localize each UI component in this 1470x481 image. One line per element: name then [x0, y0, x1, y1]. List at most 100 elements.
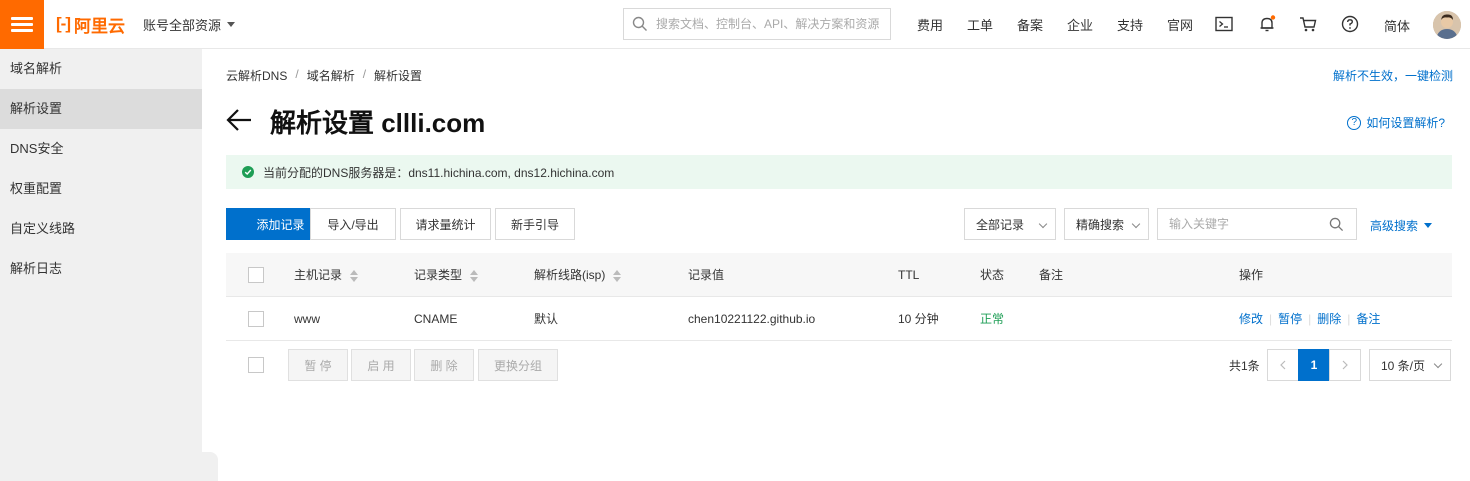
logo-text: 阿里云 — [73, 16, 125, 36]
batch-pause-button[interactable]: 暂 停 — [288, 349, 348, 381]
breadcrumb-separator: / — [362, 67, 367, 81]
menu-icon[interactable] — [0, 0, 44, 49]
cell-ttl: 10 分钟 — [898, 312, 939, 326]
row-checkbox[interactable] — [248, 311, 264, 327]
user-avatar[interactable] — [1433, 11, 1461, 39]
sidebar-collapse-handle[interactable] — [202, 452, 218, 481]
back-arrow-icon[interactable] — [226, 108, 252, 135]
change-group-button[interactable]: 更换分组 — [478, 349, 558, 381]
match-mode-value: 精确搜索 — [1076, 217, 1125, 232]
keyword-search[interactable] — [1157, 208, 1357, 240]
sidebar-item-dns-security[interactable]: DNS安全 — [0, 129, 202, 169]
breadcrumb-item-cloud-dns[interactable]: 云解析DNS — [226, 67, 287, 84]
sidebar-item-resolution-settings[interactable]: 解析设置 — [0, 89, 202, 129]
language-switch[interactable]: 简体 — [1384, 16, 1410, 35]
nav-billing[interactable]: 费用 — [905, 15, 955, 34]
keyword-input[interactable] — [1169, 217, 1319, 231]
remark-record-link[interactable]: 备注 — [1356, 312, 1380, 326]
global-search[interactable] — [623, 8, 891, 40]
sidebar-item-custom-lines[interactable]: 自定义线路 — [0, 209, 202, 249]
cell-type: CNAME — [414, 312, 458, 326]
sidebar-item-resolution-logs[interactable]: 解析日志 — [0, 249, 202, 289]
account-resources-dropdown[interactable]: 账号全部资源 — [143, 15, 235, 34]
edit-record-link[interactable]: 修改 — [1239, 312, 1263, 326]
sort-icon — [613, 269, 622, 282]
nav-support[interactable]: 支持 — [1105, 15, 1155, 34]
total-count: 共1条 — [1229, 359, 1260, 373]
aliyun-logo[interactable]: [-] 阿里云 — [56, 12, 125, 37]
table-row: www CNAME 默认 chen10221122.github.io 10 分… — [226, 297, 1452, 341]
column-header-line[interactable]: 解析线路(isp) — [534, 253, 622, 297]
nav-tickets[interactable]: 工单 — [955, 15, 1005, 34]
search-icon[interactable] — [1329, 217, 1344, 232]
sidebar-item-weight-config[interactable]: 权重配置 — [0, 169, 202, 209]
records-table-header: 主机记录 记录类型 解析线路(isp) 记录值 TTL 状态 备注 操作 — [226, 253, 1452, 297]
batch-enable-button[interactable]: 启 用 — [351, 349, 411, 381]
import-export-button[interactable]: 导入/导出 — [310, 208, 396, 240]
global-search-input[interactable] — [656, 17, 886, 31]
nav-icp[interactable]: 备案 — [1005, 15, 1055, 34]
request-stats-button[interactable]: 请求量统计 — [400, 208, 491, 240]
chevron-left-icon — [1280, 360, 1286, 370]
column-header-type-label: 记录类型 — [414, 268, 463, 282]
column-header-type[interactable]: 记录类型 — [414, 253, 479, 297]
column-header-line-label: 解析线路(isp) — [534, 268, 606, 282]
sort-icon — [470, 269, 479, 282]
search-icon — [632, 16, 647, 31]
nav-enterprise[interactable]: 企业 — [1055, 15, 1105, 34]
column-header-host[interactable]: 主机记录 — [294, 253, 359, 297]
cell-value: chen10221122.github.io — [688, 312, 816, 326]
help-link-label: 如何设置解析? — [1366, 116, 1445, 130]
bell-icon[interactable] — [1257, 14, 1277, 34]
action-separator: | — [1308, 312, 1312, 326]
select-all-checkbox[interactable] — [248, 267, 264, 283]
help-icon[interactable] — [1340, 14, 1360, 34]
advanced-search-toggle[interactable]: 高级搜索 — [1370, 217, 1433, 234]
dns-server-notice: 当前分配的DNS服务器是：dns11.hichina.com, dns12.hi… — [226, 155, 1452, 189]
chevron-down-icon — [1131, 219, 1141, 229]
action-separator: | — [1269, 312, 1273, 326]
advanced-search-label: 高级搜索 — [1370, 219, 1419, 233]
prev-page-button[interactable] — [1267, 349, 1299, 381]
breadcrumb-item-domain-resolution[interactable]: 域名解析 — [307, 67, 355, 84]
cell-status: 正常 — [980, 312, 1005, 326]
how-to-setup-help-link[interactable]: ? 如何设置解析? — [1347, 114, 1445, 131]
dns-server-notice-text: 当前分配的DNS服务器是：dns11.hichina.com, dns12.hi… — [263, 165, 615, 180]
check-circle-icon — [242, 166, 254, 178]
logo-mark: [-] — [56, 14, 71, 33]
one-click-detect-link[interactable]: 解析不生效，一键检测 — [1333, 67, 1453, 84]
next-page-button[interactable] — [1329, 349, 1361, 381]
pause-record-link[interactable]: 暂停 — [1278, 312, 1302, 326]
caret-down-icon — [1424, 223, 1433, 228]
match-mode-select[interactable]: 精确搜索 — [1064, 208, 1149, 240]
nav-official-site[interactable]: 官网 — [1155, 15, 1205, 34]
action-separator: | — [1347, 312, 1351, 326]
chevron-right-icon — [1342, 360, 1348, 370]
account-label: 账号全部资源 — [142, 17, 221, 33]
table-footer: 暂 停 启 用 删 除 更换分组 共1条 1 10 条/页 — [226, 349, 1452, 381]
footer-select-all-checkbox[interactable] — [248, 357, 264, 373]
column-header-ttl: TTL — [898, 268, 920, 282]
sidebar-item-domain-resolution[interactable]: 域名解析 — [0, 49, 202, 89]
beginner-guide-button[interactable]: 新手引导 — [495, 208, 575, 240]
column-header-status: 状态 — [980, 268, 1005, 282]
cell-host: www — [294, 312, 320, 326]
record-filter-select[interactable]: 全部记录 — [964, 208, 1056, 240]
page-title: 解析设置 cllli.com — [270, 108, 486, 138]
record-filter-value: 全部记录 — [976, 217, 1025, 232]
breadcrumb-item-current: 解析设置 — [374, 69, 423, 83]
delete-record-link[interactable]: 删除 — [1317, 312, 1341, 326]
cell-line: 默认 — [534, 312, 559, 326]
batch-delete-button[interactable]: 删 除 — [414, 349, 474, 381]
sidebar: 域名解析 解析设置 DNS安全 权重配置 自定义线路 解析日志 — [0, 49, 202, 481]
column-header-host-label: 主机记录 — [294, 268, 343, 282]
cart-icon[interactable] — [1298, 14, 1318, 34]
sort-icon — [350, 269, 359, 282]
column-header-value: 记录值 — [688, 268, 725, 282]
page-size-select[interactable]: 10 条/页 — [1369, 349, 1451, 381]
caret-down-icon — [227, 21, 235, 27]
terminal-icon[interactable] — [1214, 14, 1234, 34]
question-icon: ? — [1347, 115, 1362, 130]
cell-actions: 修改 | 暂停 | 删除 | 备注 — [1239, 297, 1380, 341]
page-button-current[interactable]: 1 — [1298, 349, 1330, 381]
